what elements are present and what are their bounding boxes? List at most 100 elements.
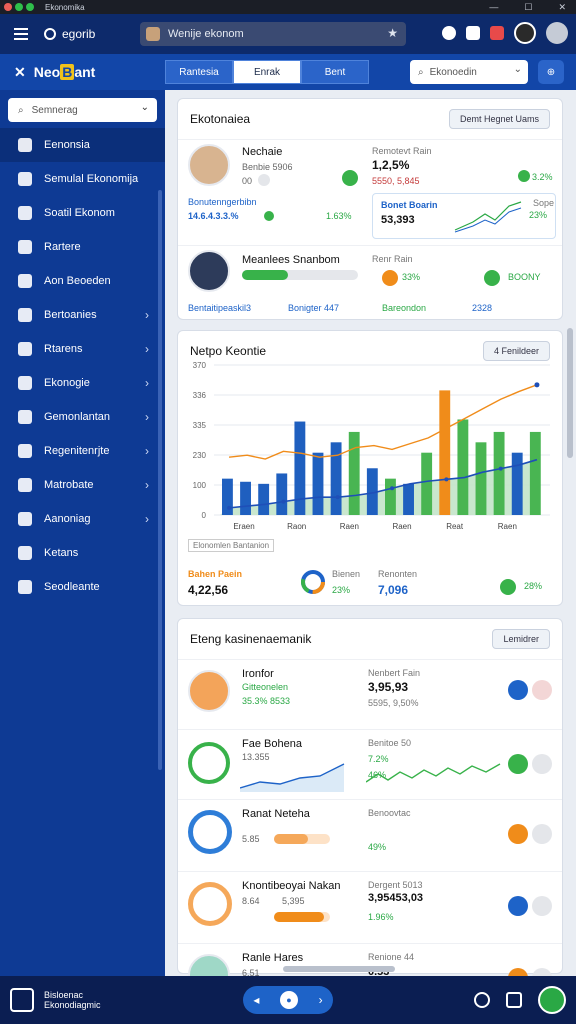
sidebar-item-label: Gemonlantan: [44, 411, 111, 423]
item-sub: 8.64: [242, 896, 260, 906]
sidebar-item-0[interactable]: Eenonsia: [0, 128, 165, 162]
user-avatar[interactable]: [538, 986, 566, 1014]
back-icon[interactable]: ◂: [253, 993, 259, 1007]
item-label: Benoovtac: [368, 808, 411, 818]
summary-right-pct: 28%: [524, 581, 543, 591]
maximize-button[interactable]: ☐: [524, 0, 532, 14]
window-icon[interactable]: [506, 992, 522, 1008]
bar: [385, 478, 396, 515]
close-button[interactable]: ✕: [558, 0, 566, 14]
status-dot-icon: [258, 174, 270, 186]
minimize-dot-icon[interactable]: [15, 3, 23, 11]
logo-rest: ant: [74, 64, 96, 80]
add-button[interactable]: ⊕: [538, 60, 564, 84]
person-role: Benbie 5906: [242, 162, 293, 172]
orange-circle-icon[interactable]: [508, 824, 528, 844]
star-icon[interactable]: ★: [387, 26, 398, 40]
blue-circle-icon[interactable]: [508, 680, 528, 700]
pink-circle-icon[interactable]: [532, 680, 552, 700]
sidebar-item-13[interactable]: Seodleante: [0, 570, 165, 604]
menu-icon[interactable]: [14, 28, 28, 40]
notification-icon[interactable]: [490, 26, 504, 40]
link-b[interactable]: Bonigter 447: [288, 303, 339, 313]
sidebar-item-icon: [18, 478, 32, 492]
brand-search-dropdown[interactable]: ⌕ Ekonoedin ⌄: [410, 60, 528, 84]
overview-action-button[interactable]: Demt Hegnet Uams: [448, 109, 550, 129]
item-value: 3,95453,03: [368, 892, 424, 904]
bar: [294, 421, 306, 515]
item-name: Ironfor: [242, 668, 274, 680]
sidebar-item-6[interactable]: Rtarens ›: [0, 332, 165, 366]
zoom-dot-icon[interactable]: [26, 3, 34, 11]
list-item[interactable]: Ironfor Gitteonelen 35.3% 8533 Nenbert F…: [178, 659, 562, 729]
ring-chart-icon: [188, 882, 232, 926]
sidebar-item-4[interactable]: Aon Beoeden: [0, 264, 165, 298]
tab-3[interactable]: Bent: [301, 60, 369, 84]
sidebar-item-8[interactable]: Gemonlantan ›: [0, 400, 165, 434]
list-item[interactable]: Fae Bohena 13.355 Benitoe 50 7.2% 46%: [178, 729, 562, 799]
list-card: Eteng kasinenaemanik Lemidrer Ironfor Gi…: [177, 618, 563, 976]
settings-avatar-icon[interactable]: [546, 22, 568, 44]
bottom-left[interactable]: Bisloenac Ekonodiagmic: [10, 988, 101, 1012]
person-pct2: BOONY: [508, 272, 541, 282]
chevron-right-icon: ›: [145, 342, 149, 356]
list-action-button[interactable]: Lemidrer: [492, 629, 550, 649]
forward-icon[interactable]: ›: [319, 993, 323, 1007]
y-tick-label: 0: [202, 511, 207, 520]
home-icon[interactable]: [466, 26, 480, 40]
info-icon[interactable]: [442, 26, 456, 40]
list-item[interactable]: Ranat Neteha 5.85 Benoovtac 49%: [178, 799, 562, 871]
refresh-icon[interactable]: [474, 992, 490, 1008]
person-row-1[interactable]: Nechaie Benbie 5906 00 Remotevt Rain 1,2…: [178, 139, 562, 193]
y-tick-label: 100: [193, 481, 207, 490]
orange-line: [228, 384, 538, 460]
tab-2[interactable]: Enrak: [233, 60, 301, 84]
minimize-button[interactable]: —: [489, 0, 498, 14]
end-point: [534, 382, 540, 388]
stat-left-label: Bonutenngerbibn: [188, 197, 257, 207]
logo[interactable]: ✕ Neo Bant: [14, 64, 95, 81]
sidebar-item-11[interactable]: Aanoniag ›: [0, 502, 165, 536]
link-c[interactable]: Bareondon: [382, 303, 426, 313]
list-item[interactable]: Knontibeoyai Nakan 8.64 5,395 Dergent 50…: [178, 871, 562, 943]
chart-action-button[interactable]: 4 Fenildeer: [482, 341, 550, 361]
person-row-2[interactable]: Meanlees Snanbom Renr Rain 33% BOONY: [178, 245, 562, 297]
item-value-sub: 5595, 9,50%: [368, 698, 419, 708]
sidebar-scrollbar[interactable]: [158, 190, 162, 770]
sidebar-search[interactable]: ⌕ Semnerag ⌄: [8, 98, 157, 122]
close-dot-icon[interactable]: [4, 3, 12, 11]
sidebar-item-10[interactable]: Matrobate ›: [0, 468, 165, 502]
chevron-down-icon: ⌄: [140, 102, 149, 113]
app-label[interactable]: egorib: [44, 27, 95, 41]
home-circle-icon[interactable]: ●: [280, 991, 299, 1009]
sidebar-item-12[interactable]: Ketans: [0, 536, 165, 570]
horizontal-scrollbar[interactable]: [283, 966, 395, 972]
link-a[interactable]: Bentaitipeaskil3: [188, 303, 251, 313]
gray-circle-icon[interactable]: [532, 968, 552, 976]
sidebar-item-3[interactable]: Rartere: [0, 230, 165, 264]
sidebar-item-7[interactable]: Ekonogie ›: [0, 366, 165, 400]
orange-circle-icon[interactable]: [508, 968, 528, 976]
gray-circle-icon[interactable]: [532, 754, 552, 774]
gray-circle-icon[interactable]: [532, 896, 552, 916]
blue-circle-icon[interactable]: [508, 896, 528, 916]
green-circle-icon[interactable]: [508, 754, 528, 774]
brand-bar: ✕ Neo Bant Rantesia Enrak Bent ⌕ Ekonoedi…: [0, 54, 576, 90]
gray-circle-icon[interactable]: [532, 824, 552, 844]
blue-point: [227, 505, 232, 510]
profile-avatar[interactable]: [514, 22, 536, 44]
sidebar-item-9[interactable]: Regenitenrjte ›: [0, 434, 165, 468]
link-d[interactable]: 2328: [472, 303, 492, 313]
bar: [312, 452, 324, 515]
address-bar[interactable]: Wenije ekonom ★: [140, 22, 406, 46]
list-title: Eteng kasinenaemanik: [190, 632, 312, 646]
y-tick-label: 230: [193, 451, 207, 460]
sidebar-item-1[interactable]: Semulal Ekonomija: [0, 162, 165, 196]
bar: [529, 431, 541, 515]
sidebar-item-2[interactable]: Soatil Ekonom: [0, 196, 165, 230]
stat-box[interactable]: Bonet Boarin 53,393 Sope 23%: [372, 193, 556, 239]
chevron-right-icon: ›: [145, 444, 149, 458]
sidebar-item-5[interactable]: Bertoanies ›: [0, 298, 165, 332]
vertical-scrollbar[interactable]: [567, 328, 573, 458]
tab-1[interactable]: Rantesia: [165, 60, 233, 84]
